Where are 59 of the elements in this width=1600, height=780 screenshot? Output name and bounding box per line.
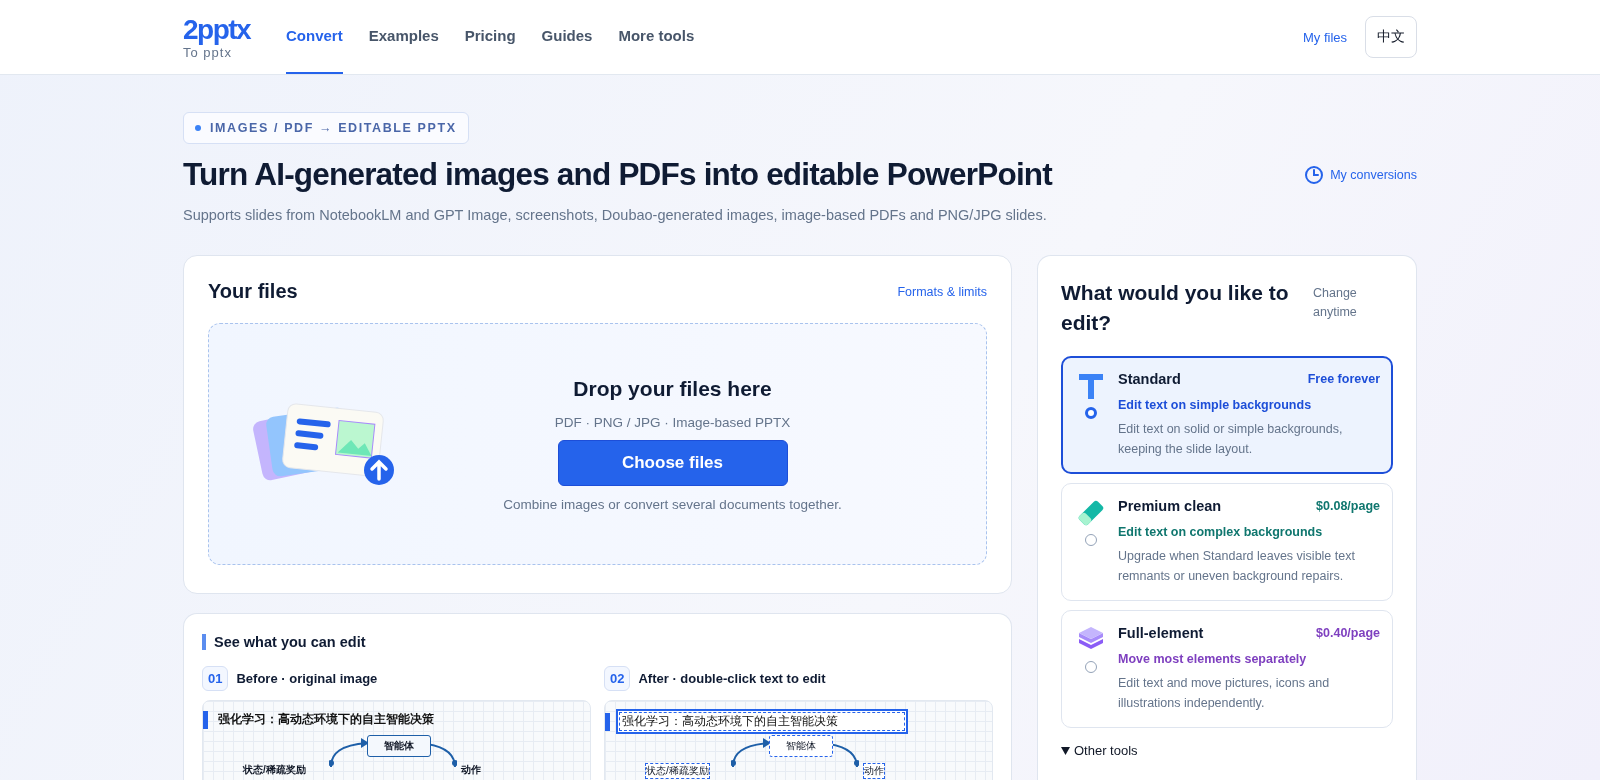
- my-files-link[interactable]: My files: [1302, 29, 1347, 45]
- nav-link[interactable]: Guides: [541, 0, 593, 74]
- mode-description: Edit text and move pictures, icons and illustrations independently.: [1118, 675, 1331, 712]
- formats-limits-link[interactable]: Formats & limits: [897, 284, 987, 299]
- step-number: 02: [604, 666, 631, 691]
- page-title: Turn AI-generated images and PDFs into editable PowerPoint: [183, 156, 1052, 193]
- clock-icon: [1304, 164, 1325, 185]
- radio-button[interactable]: [1085, 534, 1097, 546]
- choose-files-button[interactable]: Choose files: [557, 439, 788, 486]
- nav-link[interactable]: More tools: [618, 0, 695, 74]
- mode-name: Full-element: [1118, 625, 1204, 641]
- logo-tagline: To pptx: [183, 44, 232, 60]
- step-number: 01: [202, 666, 229, 691]
- triangle-icon: [1061, 746, 1070, 755]
- slide-title: 强化学习：高动态环境下的自主智能决策: [217, 711, 435, 728]
- slide-title: 强化学习：高动态环境下的自主智能决策: [616, 709, 908, 734]
- category-badge: IMAGES / PDF → EDITABLE PPTX: [183, 112, 469, 144]
- mode-tagline: Edit text on complex backgrounds: [1118, 525, 1324, 539]
- accent-bar: [605, 712, 610, 731]
- mode-price: $0.40/page: [1316, 626, 1380, 640]
- supported-formats: PDF · PNG / JPG · Image-based PPTX: [554, 414, 791, 430]
- diagram-label: 动作: [461, 763, 481, 777]
- mode-price: Free forever: [1307, 372, 1380, 386]
- diagram-label: 状态/稀疏奖励: [243, 763, 306, 777]
- radio-button[interactable]: [1085, 407, 1097, 419]
- nav-link[interactable]: Pricing: [464, 0, 516, 74]
- my-conversions-link[interactable]: My conversions: [1304, 164, 1417, 185]
- mode-tagline: Edit text on simple backgrounds: [1118, 398, 1313, 412]
- radio-button[interactable]: [1085, 661, 1097, 673]
- panel-note: Change anytime: [1313, 285, 1358, 321]
- upload-hint: Combine images or convert several documents together.: [503, 496, 842, 512]
- diagram-node: 智能体: [769, 735, 833, 757]
- drop-title: Drop your files here: [573, 376, 772, 401]
- diagram-label: 状态/稀疏奖励: [645, 763, 710, 779]
- mode-description: Upgrade when Standard leaves visible text remnants or uneven background repairs.: [1118, 548, 1356, 585]
- step-label: After · double-click text to edit: [638, 671, 826, 686]
- accent-bar: [203, 710, 208, 729]
- mode-option[interactable]: Standard Free forever Edit text on simple backgrounds Edit text on solid or simple backgrounds, keeping the slide layout.: [1061, 356, 1393, 474]
- language-button[interactable]: 中文: [1365, 16, 1417, 58]
- panel-title: What would you like to edit?: [1061, 280, 1290, 336]
- card-title: Your files: [208, 280, 298, 303]
- diagram-node: 智能体: [367, 735, 431, 757]
- mode-price: $0.08/page: [1316, 499, 1380, 513]
- nav-link[interactable]: Examples: [368, 0, 439, 74]
- other-tools-toggle[interactable]: Other tools: [1061, 743, 1393, 758]
- mode-name: Premium clean: [1118, 498, 1222, 514]
- mode-option[interactable]: Full-element $0.40/page Move most elements separately Edit text and move pictures, icons and illustrations independently.: [1061, 610, 1393, 728]
- mode-tagline: Move most elements separately: [1118, 652, 1308, 666]
- section-title: See what you can edit: [202, 634, 993, 650]
- letter-t-icon: [1076, 371, 1106, 401]
- logo[interactable]: 2pptx: [183, 14, 286, 45]
- diagram-label: 动作: [863, 763, 885, 779]
- drop-zone[interactable]: Drop your files here PDF · PNG / JPG · Image-based PPTX Choose files Combine images or convert several documents together.: [208, 323, 987, 565]
- mode-description: Edit text on solid or simple backgrounds, keeping the slide layout.: [1118, 421, 1344, 458]
- page-subtitle: Supports slides from NotebookLM and GPT Image, screenshots, Doubao-generated images, image-based PDFs and PNG/JPG slides.: [183, 207, 1048, 223]
- mode-option[interactable]: Premium clean $0.08/page Edit text on complex backgrounds Upgrade when Standard leaves visible text remnants or uneven background repairs.: [1061, 483, 1393, 601]
- nav-link[interactable]: Convert: [286, 0, 343, 74]
- step-label: Before · original image: [236, 671, 378, 686]
- mode-name: Standard: [1118, 371, 1181, 387]
